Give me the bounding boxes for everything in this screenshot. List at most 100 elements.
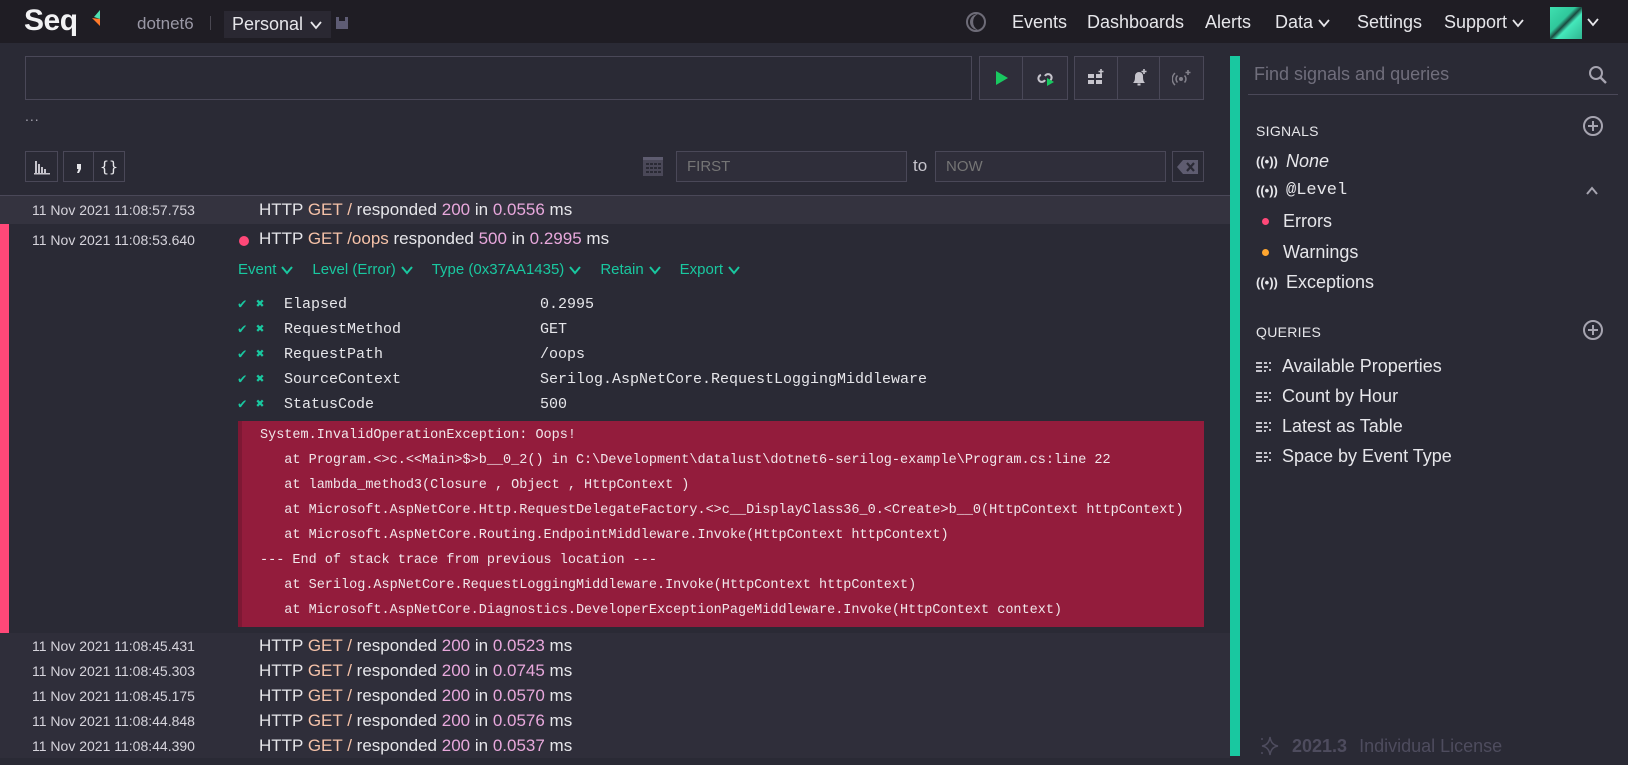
nav-support[interactable]: Support — [1444, 12, 1525, 33]
add-query-icon[interactable] — [1582, 319, 1604, 341]
text-format-button[interactable] — [64, 152, 95, 181]
run-query-button[interactable] — [980, 57, 1023, 99]
signal-search — [1248, 55, 1618, 95]
include-check-icon[interactable]: ✔ — [238, 396, 256, 413]
msg-token: HTTP — [259, 735, 304, 755]
status-code: 200 — [441, 735, 471, 755]
exclude-x-icon[interactable]: ✖ — [256, 321, 274, 338]
theme-toggle-icon[interactable] — [965, 11, 987, 33]
sparkle-icon — [1261, 736, 1279, 756]
msg-token: ms — [549, 660, 573, 680]
add-dashboard-icon — [1087, 69, 1104, 84]
query-item[interactable]: Space by Event Type — [1256, 446, 1452, 467]
msg-token: HTTP — [259, 710, 304, 730]
query-label: Count by Hour — [1282, 386, 1399, 406]
status-code: 500 — [478, 229, 507, 248]
query-input[interactable] — [25, 56, 972, 100]
event-list: 11 Nov 2021 11:08:57.753 HTTP GET / resp… — [0, 196, 1230, 758]
stack-line: at Microsoft.AspNetCore.Http.RequestDele… — [260, 503, 1184, 518]
msg-token: responded — [356, 200, 437, 219]
tail-button[interactable] — [1023, 57, 1066, 99]
nav-settings[interactable]: Settings — [1357, 12, 1422, 33]
to-date-input[interactable] — [935, 151, 1166, 182]
action-label: Level (Error) — [312, 261, 396, 278]
add-signal-button[interactable] — [1160, 57, 1203, 99]
error-level-dot — [239, 236, 249, 246]
nav-label: Settings — [1357, 12, 1423, 32]
chevron-down-icon — [648, 265, 661, 275]
query-item[interactable]: Count by Hour — [1256, 386, 1398, 407]
signal-warnings[interactable]: Warnings — [1262, 242, 1358, 263]
pane-splitter[interactable] — [1230, 56, 1240, 756]
request-path: / — [347, 635, 352, 655]
from-date-input[interactable] — [676, 151, 907, 182]
msg-token: in — [474, 710, 489, 730]
exclude-x-icon[interactable]: ✖ — [256, 396, 274, 413]
property-row: ✔ ✖ StatusCode 500 — [238, 392, 927, 417]
property-name: Elapsed — [284, 296, 348, 313]
include-check-icon[interactable]: ✔ — [238, 321, 256, 338]
event-row[interactable]: 11 Nov 2021 11:08:45.431 HTTP GET / respo… — [0, 633, 1230, 658]
chevron-down-icon[interactable] — [1586, 15, 1600, 29]
event-timestamp: 11 Nov 2021 11:08:45.431 — [32, 637, 195, 654]
stack-line: at Serilog.AspNetCore.RequestLoggingMidd… — [260, 578, 917, 593]
include-check-icon[interactable]: ✔ — [238, 371, 256, 388]
chevron-up-icon[interactable] — [1584, 183, 1600, 199]
signal-errors[interactable]: Errors — [1262, 211, 1332, 232]
level-menu[interactable]: Level (Error) — [312, 261, 413, 278]
property-value: /oops — [540, 346, 586, 363]
property-row: ✔ ✖ RequestMethod GET — [238, 317, 927, 342]
expanded-event: 11 Nov 2021 11:08:53.640 HTTP GET /oops … — [0, 224, 1230, 633]
signal-search-input[interactable] — [1248, 55, 1568, 93]
msg-token: ms — [586, 229, 610, 248]
save-workspace-icon[interactable] — [335, 16, 349, 30]
add-to-dashboard-button[interactable] — [1075, 57, 1118, 99]
event-timestamp[interactable]: 11 Nov 2021 11:08:53.640 — [32, 232, 195, 248]
clear-range-button[interactable] — [1172, 151, 1204, 182]
stack-line: at Microsoft.AspNetCore.Diagnostics.Deve… — [260, 603, 1063, 618]
msg-token: in — [511, 229, 525, 248]
request-path: / — [347, 200, 352, 219]
export-menu[interactable]: Export — [680, 261, 741, 278]
event-row[interactable]: 11 Nov 2021 11:08:57.753 HTTP GET / resp… — [0, 196, 1230, 224]
query-item[interactable]: Available Properties — [1256, 356, 1442, 377]
exclude-x-icon[interactable]: ✖ — [256, 371, 274, 388]
event-row[interactable]: 11 Nov 2021 11:08:45.175 HTTP GET / respo… — [0, 683, 1230, 708]
include-check-icon[interactable]: ✔ — [238, 346, 256, 363]
event-row[interactable]: 11 Nov 2021 11:08:45.303 HTTP GET / respo… — [0, 658, 1230, 683]
histogram-toggle-button[interactable] — [26, 152, 57, 181]
query-ellipsis[interactable]: ... — [25, 108, 40, 124]
signal-exceptions[interactable]: ((•)) Exceptions — [1256, 272, 1374, 293]
nav-alerts[interactable]: Alerts — [1205, 12, 1251, 33]
msg-token: ms — [549, 635, 573, 655]
include-check-icon[interactable]: ✔ — [238, 296, 256, 313]
event-row[interactable]: 11 Nov 2021 11:08:44.390 HTTP GET / respo… — [0, 733, 1230, 758]
signal-level[interactable]: ((•)) @Level — [1256, 181, 1347, 200]
signal-none[interactable]: ((•)) None — [1256, 151, 1329, 172]
event-row[interactable]: 11 Nov 2021 11:08:44.848 HTTP GET / respo… — [0, 708, 1230, 733]
exclude-x-icon[interactable]: ✖ — [256, 346, 274, 363]
workspace-select[interactable]: Personal — [224, 11, 332, 38]
type-menu[interactable]: Type (0x37AA1435) — [432, 261, 583, 278]
nav-dashboards[interactable]: Dashboards — [1087, 12, 1184, 33]
add-alert-button[interactable] — [1118, 57, 1161, 99]
query-item[interactable]: Latest as Table — [1256, 416, 1403, 437]
event-menu[interactable]: Event — [238, 261, 294, 278]
user-avatar[interactable] — [1550, 7, 1582, 39]
retain-menu[interactable]: Retain — [600, 261, 661, 278]
refresh-play-icon — [1036, 73, 1054, 86]
event-message: HTTP GET / responded 200 in 0.0523 ms — [259, 636, 572, 656]
nav-events[interactable]: Events — [1012, 12, 1067, 33]
exclude-x-icon[interactable]: ✖ — [256, 296, 274, 313]
json-format-button[interactable]: {} — [94, 152, 124, 181]
add-signal-icon[interactable] — [1582, 115, 1604, 137]
calendar-icon[interactable] — [642, 155, 664, 177]
request-method: GET — [307, 710, 343, 730]
nav-data[interactable]: Data — [1275, 12, 1331, 33]
search-icon[interactable] — [1588, 65, 1608, 85]
add-alert-icon — [1132, 69, 1146, 86]
event-message[interactable]: HTTP GET /oops responded 500 in 0.2995 m… — [259, 229, 609, 249]
elapsed: 0.0576 — [492, 710, 545, 730]
seq-logo[interactable]: Seq — [24, 4, 78, 38]
chevron-down-icon — [310, 20, 322, 29]
